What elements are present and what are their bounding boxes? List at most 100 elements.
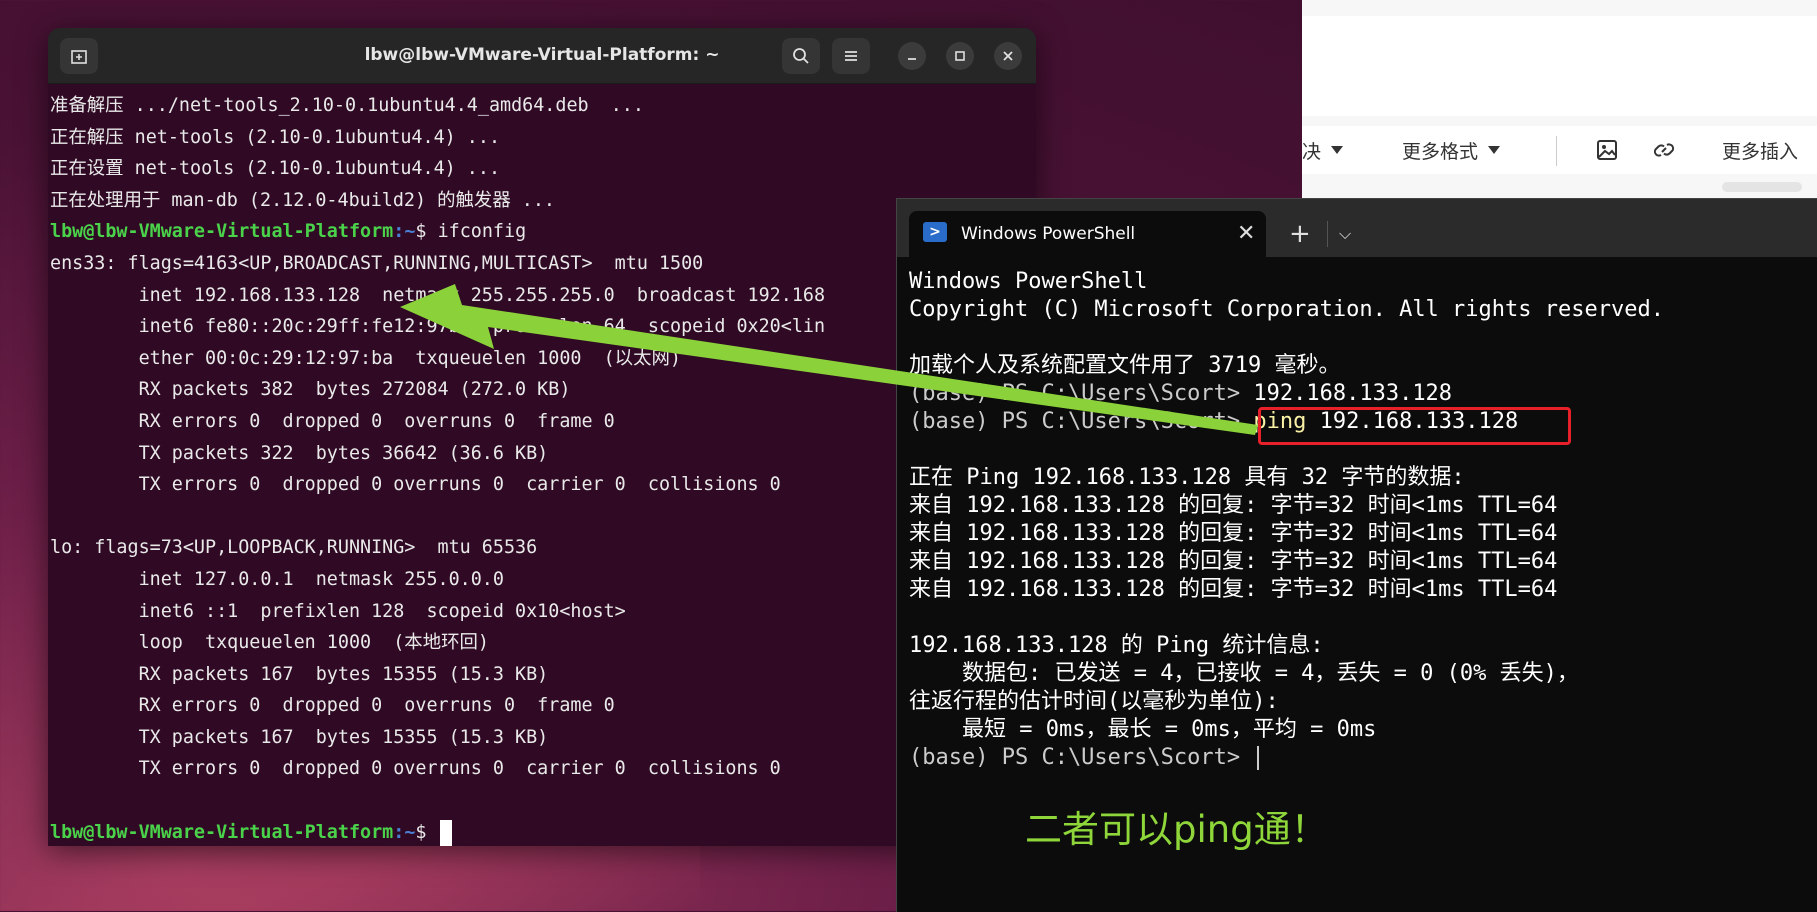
terminal-prompt-line: lbw@lbw-VMware-Virtual-Platform:~$ bbox=[50, 817, 1030, 846]
powershell-line: (base) PS C:\Users\Scort> 192.168.133.12… bbox=[909, 380, 1809, 408]
terminal-cursor bbox=[439, 819, 452, 846]
ping-command-highlight bbox=[1258, 407, 1571, 445]
more-insert-button[interactable]: 更多插入 bbox=[1722, 126, 1798, 174]
menu-button[interactable] bbox=[832, 38, 870, 74]
terminal-line: inet6 ::1 prefixlen 128 scopeid 0x10<hos… bbox=[50, 600, 626, 622]
terminal-line: TX errors 0 dropped 0 overruns 0 carrier… bbox=[50, 474, 781, 496]
powershell-line: Windows PowerShell bbox=[909, 268, 1809, 296]
terminal-line: ens33: flags=4163<UP,BROADCAST,RUNNING,M… bbox=[50, 252, 704, 274]
powershell-line: Copyright (C) Microsoft Corporation. All… bbox=[909, 296, 1809, 324]
new-tab-plus-icon[interactable]: + bbox=[1289, 211, 1311, 257]
close-icon bbox=[1003, 51, 1013, 61]
powershell-line bbox=[909, 324, 1809, 352]
terminal-line: TX packets 167 bytes 15355 (15.3 KB) bbox=[50, 726, 549, 748]
editor-toolbar: 决 更多格式 更多插入 bbox=[1302, 126, 1817, 174]
toolbar-divider bbox=[1556, 136, 1557, 166]
prompt-symbol: $ bbox=[415, 221, 438, 243]
powershell-line: 数据包: 已发送 = 4，已接收 = 4，丢失 = 0 (0% 丢失)， bbox=[909, 660, 1809, 688]
editor-scrollbar[interactable] bbox=[1722, 182, 1802, 192]
more-formats-dropdown[interactable]: 更多格式 bbox=[1402, 126, 1501, 174]
terminal-line: RX errors 0 dropped 0 overruns 0 frame 0 bbox=[50, 695, 615, 717]
powershell-text: 来自 192.168.133.128 的回复: 字节=32 时间<1ms TTL… bbox=[909, 521, 1558, 546]
prompt-command: ifconfig bbox=[437, 221, 527, 243]
prompt-path: :~ bbox=[393, 821, 416, 843]
terminal-line: RX packets 382 bytes 272084 (272.0 KB) bbox=[50, 379, 571, 401]
prompt-user: lbw@lbw-VMware-Virtual-Platform bbox=[50, 821, 394, 843]
search-button[interactable] bbox=[782, 38, 820, 74]
powershell-output[interactable]: Windows PowerShell Copyright (C) Microsof… bbox=[909, 268, 1809, 772]
powershell-text: Copyright (C) Microsoft Corporation. All… bbox=[909, 297, 1664, 322]
insert-link-button[interactable] bbox=[1652, 126, 1676, 174]
terminal-prompt-line: lbw@lbw-VMware-Virtual-Platform:~$ ifcon… bbox=[50, 216, 1030, 248]
powershell-line: 来自 192.168.133.128 的回复: 字节=32 时间<1ms TTL… bbox=[909, 520, 1809, 548]
tab-close-icon[interactable]: ✕ bbox=[1237, 211, 1255, 257]
annotation-caption: 二者可以ping通！ bbox=[1025, 808, 1328, 851]
dropdown-chevron-icon[interactable]: ⌵ bbox=[1339, 211, 1351, 257]
powershell-line: 往返行程的估计时间(以毫秒为单位): bbox=[909, 688, 1809, 716]
toolbar-partial-dropdown[interactable]: 决 bbox=[1302, 126, 1344, 174]
powershell-text: 加载个人及系统配置文件用了 3719 毫秒。 bbox=[909, 353, 1341, 378]
terminal-line: 准备解压 .../net-tools_2.10-0.1ubuntu4.4_amd… bbox=[50, 95, 644, 116]
minimize-button[interactable] bbox=[898, 42, 926, 70]
toolbar-partial-label: 决 bbox=[1302, 140, 1322, 163]
ubuntu-terminal-window: lbw@lbw-VMware-Virtual-Platform: ~ 准备解压 … bbox=[48, 28, 1036, 846]
terminal-titlebar: lbw@lbw-VMware-Virtual-Platform: ~ bbox=[48, 28, 1036, 84]
minimize-icon bbox=[908, 58, 916, 60]
more-insert-label: 更多插入 bbox=[1722, 140, 1799, 163]
powershell-line: (base) PS C:\Users\Scort> bbox=[909, 744, 1809, 772]
prompt-user: lbw@lbw-VMware-Virtual-Platform bbox=[50, 221, 394, 243]
hamburger-menu-icon bbox=[845, 51, 857, 61]
terminal-line: RX errors 0 dropped 0 overruns 0 frame 0 bbox=[50, 410, 615, 432]
terminal-output[interactable]: 准备解压 .../net-tools_2.10-0.1ubuntu4.4_amd… bbox=[50, 90, 1030, 846]
image-icon bbox=[1597, 140, 1617, 160]
powershell-line: 加载个人及系统配置文件用了 3719 毫秒。 bbox=[909, 352, 1809, 380]
terminal-line: inet6 fe80::20c:29ff:fe12:97ba prefixlen… bbox=[50, 316, 826, 338]
link-icon bbox=[1653, 143, 1675, 157]
search-icon bbox=[793, 48, 809, 64]
chevron-down-icon bbox=[1488, 146, 1501, 154]
maximize-button[interactable] bbox=[946, 42, 974, 70]
terminal-line: inet 192.168.133.128 netmask 255.255.255… bbox=[50, 284, 826, 306]
powershell-line: 来自 192.168.133.128 的回复: 字节=32 时间<1ms TTL… bbox=[909, 548, 1809, 576]
powershell-cursor bbox=[1257, 746, 1260, 770]
powershell-text: 来自 192.168.133.128 的回复: 字节=32 时间<1ms TTL… bbox=[909, 577, 1558, 602]
terminal-line: lo: flags=73<UP,LOOPBACK,RUNNING> mtu 65… bbox=[50, 537, 538, 559]
powershell-text: 来自 192.168.133.128 的回复: 字节=32 时间<1ms TTL… bbox=[909, 549, 1558, 574]
terminal-line: loop txqueuelen 1000 (本地环回) bbox=[50, 632, 489, 654]
terminal-line: 正在设置 net-tools (2.10-0.1ubuntu4.4) ... bbox=[50, 158, 501, 180]
close-button[interactable] bbox=[994, 42, 1022, 70]
powershell-prompt: (base) PS C:\Users\Scort> bbox=[909, 409, 1254, 434]
prompt-symbol: $ bbox=[415, 821, 438, 843]
powershell-line: 192.168.133.128 的 Ping 统计信息: bbox=[909, 632, 1809, 660]
powershell-line: 最短 = 0ms，最长 = 0ms，平均 = 0ms bbox=[909, 716, 1809, 744]
terminal-line: TX errors 0 dropped 0 overruns 0 carrier… bbox=[50, 758, 781, 780]
powershell-text: 数据包: 已发送 = 4，已接收 = 4，丢失 = 0 (0% 丢失)， bbox=[909, 661, 1579, 686]
terminal-title: lbw@lbw-VMware-Virtual-Platform: ~ bbox=[364, 45, 720, 65]
powershell-line: 来自 192.168.133.128 的回复: 字节=32 时间<1ms TTL… bbox=[909, 576, 1809, 604]
terminal-line: ether 00:0c:29:12:97:ba txqueuelen 1000 … bbox=[50, 347, 681, 369]
powershell-window: > Windows PowerShell ✕ + ⌵ Windows Power… bbox=[896, 198, 1817, 912]
powershell-text: 往返行程的估计时间(以毫秒为单位): bbox=[909, 689, 1279, 714]
powershell-icon: > bbox=[923, 222, 947, 242]
powershell-line bbox=[909, 604, 1809, 632]
terminal-line: 正在解压 net-tools (2.10-0.1ubuntu4.4) ... bbox=[50, 126, 501, 148]
powershell-text: Windows PowerShell bbox=[909, 269, 1148, 294]
powershell-prompt: (base) PS C:\Users\Scort> bbox=[909, 381, 1254, 406]
powershell-line: 正在 Ping 192.168.133.128 具有 32 字节的数据: bbox=[909, 464, 1809, 492]
prompt-path: :~ bbox=[393, 221, 416, 243]
terminal-line: inet 127.0.0.1 netmask 255.0.0.0 bbox=[50, 568, 504, 590]
maximize-icon bbox=[955, 51, 965, 61]
insert-image-button[interactable] bbox=[1596, 126, 1618, 174]
powershell-text: 最短 = 0ms，最长 = 0ms，平均 = 0ms bbox=[909, 717, 1377, 742]
powershell-text: 来自 192.168.133.128 的回复: 字节=32 时间<1ms TTL… bbox=[909, 493, 1558, 518]
tab-windows-powershell[interactable]: > Windows PowerShell ✕ bbox=[909, 211, 1266, 257]
powershell-titlebar: > Windows PowerShell ✕ + ⌵ bbox=[897, 199, 1817, 257]
powershell-text: 正在 Ping 192.168.133.128 具有 32 字节的数据: bbox=[909, 465, 1465, 490]
terminal-line: 正在处理用于 man-db (2.12.0-4build2) 的触发器 ... bbox=[50, 189, 555, 211]
terminal-line: RX packets 167 bytes 15355 (15.3 KB) bbox=[50, 663, 549, 685]
powershell-text: 192.168.133.128 bbox=[1253, 381, 1453, 406]
titlebar-divider bbox=[1327, 221, 1328, 247]
terminal-line: TX packets 322 bytes 36642 (36.6 KB) bbox=[50, 442, 549, 464]
